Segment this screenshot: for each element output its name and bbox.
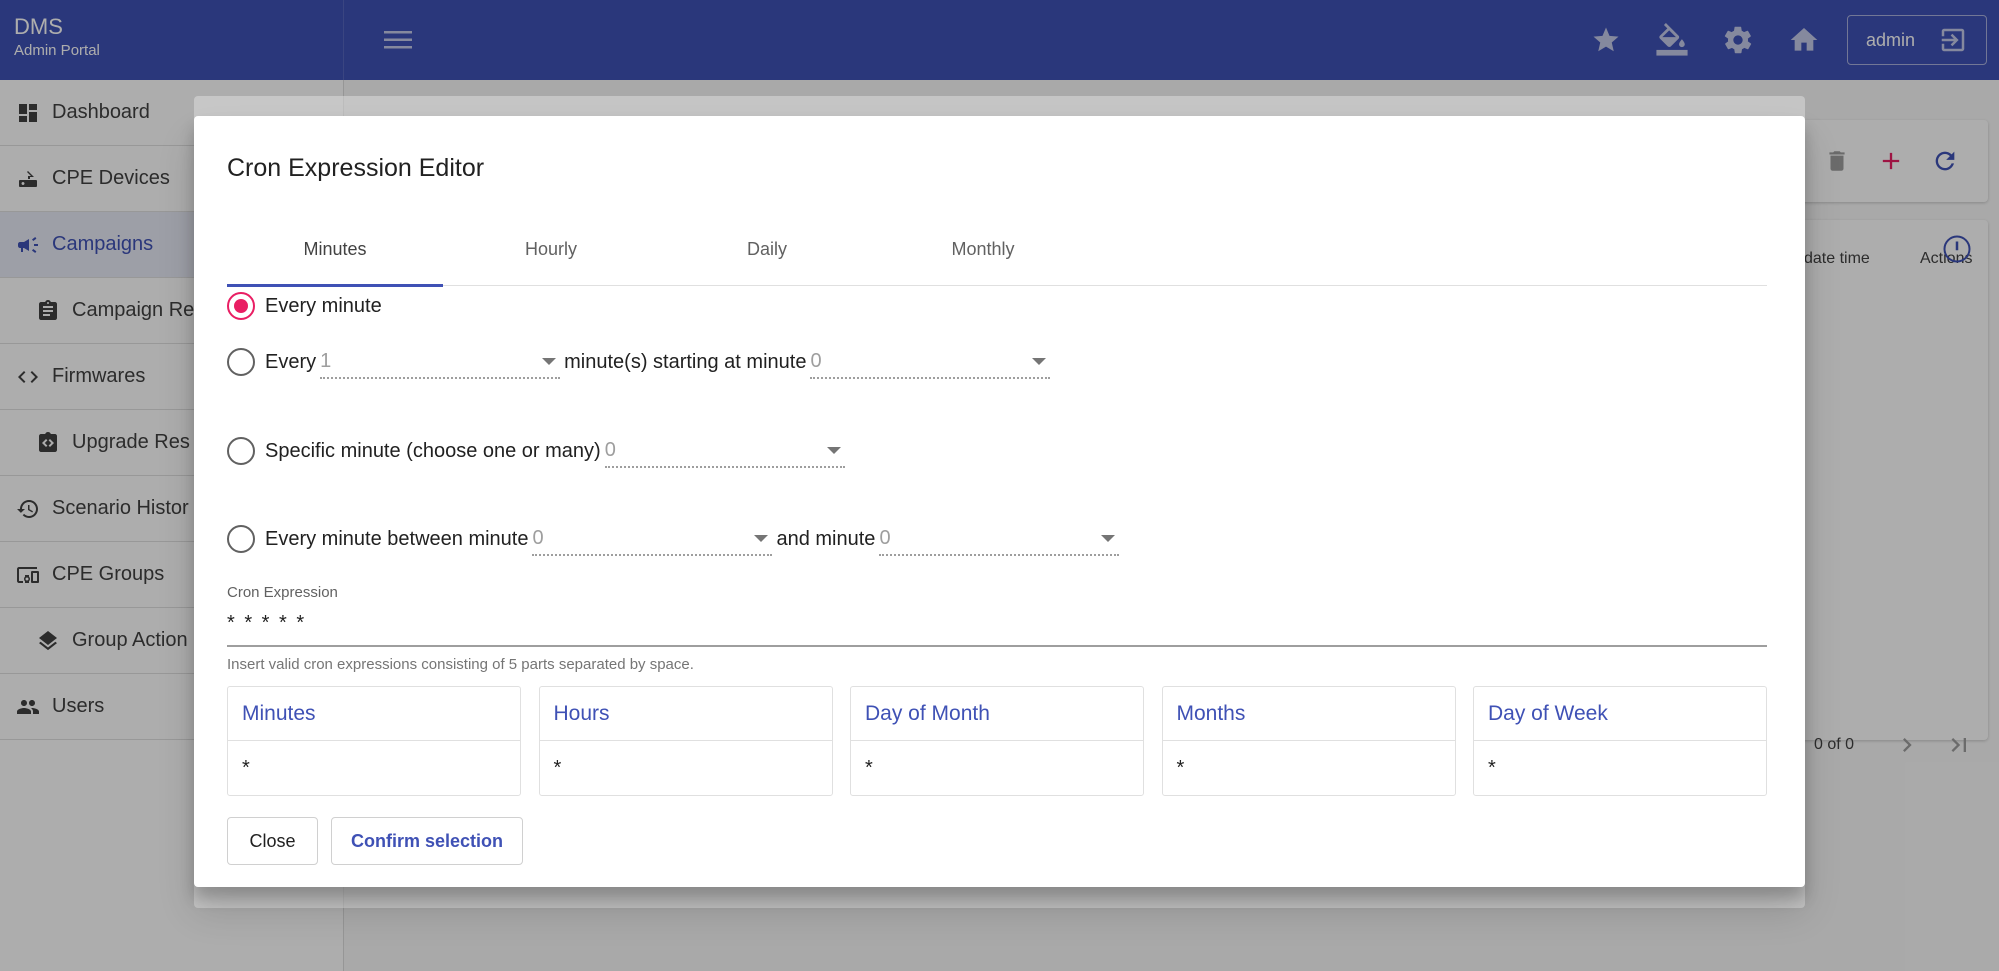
option-minute-range[interactable]: Every minute between minute 0 and minute… [227, 522, 1123, 556]
part-day-of-month: Day of Month * [850, 686, 1144, 796]
option-specific-minute[interactable]: Specific minute (choose one or many) 0 [227, 434, 849, 468]
cron-expression-hint: Insert valid cron expressions consisting… [227, 656, 694, 673]
radio-every-minute[interactable] [227, 292, 255, 320]
option-every-minute[interactable]: Every minute [227, 292, 382, 320]
confirm-selection-button[interactable]: Confirm selection [331, 817, 523, 865]
cron-expression-label: Cron Expression [227, 584, 338, 601]
part-minutes: Minutes * [227, 686, 521, 796]
tab-minutes[interactable]: Minutes [227, 212, 443, 287]
option-label: Every minute between minute [265, 527, 529, 550]
cron-input-underline [227, 645, 1767, 647]
part-header: Day of Week [1474, 687, 1766, 741]
cron-tabs: Minutes Hourly Daily Monthly [227, 212, 1767, 287]
part-value: * [553, 756, 562, 779]
option-label: minute(s) starting at minute [564, 350, 807, 373]
dropdown-arrow-icon [826, 446, 841, 454]
starting-minute-select[interactable]: 0 [810, 345, 1051, 379]
tab-hourly[interactable]: Hourly [443, 212, 659, 286]
cron-editor-dialog: Cron Expression Editor Minutes Hourly Da… [194, 116, 1805, 887]
dropdown-arrow-icon [1101, 534, 1116, 542]
part-day-of-week: Day of Week * [1473, 686, 1767, 796]
radio-minute-range[interactable] [227, 525, 255, 553]
every-minutes-select[interactable]: 1 [320, 345, 561, 379]
select-value: 0 [879, 526, 891, 549]
range-end-select[interactable]: 0 [879, 522, 1120, 556]
radio-specific-minute[interactable] [227, 437, 255, 465]
close-button[interactable]: Close [227, 817, 318, 865]
tab-monthly[interactable]: Monthly [875, 212, 1091, 286]
part-months: Months * [1161, 686, 1456, 796]
select-value: 0 [604, 438, 616, 461]
part-header: Months [1162, 687, 1455, 741]
part-value: * [242, 756, 250, 779]
dialog-title: Cron Expression Editor [227, 154, 485, 182]
range-start-select[interactable]: 0 [532, 522, 773, 556]
select-value: 0 [532, 526, 544, 549]
part-value: * [1488, 756, 1496, 779]
select-value: 1 [320, 349, 332, 372]
dropdown-arrow-icon [754, 534, 769, 542]
part-header: Day of Month [851, 687, 1143, 741]
option-label: Every minute [265, 294, 382, 317]
option-label: Specific minute (choose one or many) [265, 439, 601, 462]
part-header: Minutes [228, 687, 520, 741]
dropdown-arrow-icon [1032, 357, 1047, 365]
radio-every-n-minutes[interactable] [227, 348, 255, 376]
select-value: 0 [810, 349, 822, 372]
specific-minute-select[interactable]: 0 [604, 434, 845, 468]
tab-daily[interactable]: Daily [659, 212, 875, 286]
part-hours: Hours * [538, 686, 833, 796]
option-label: Every [265, 350, 317, 373]
cron-parts: Minutes * Hours * Day of Month * Months … [227, 686, 1767, 796]
dialog-actions: Close Confirm selection [227, 817, 523, 865]
part-header: Hours [539, 687, 832, 741]
option-label: and minute [776, 527, 876, 550]
part-value: * [1176, 756, 1185, 779]
option-every-n-minutes[interactable]: Every 1 minute(s) starting at minute 0 [227, 345, 1054, 379]
part-value: * [865, 756, 873, 779]
dropdown-arrow-icon [542, 357, 557, 365]
cron-expression-input[interactable]: * * * * * [227, 612, 306, 635]
